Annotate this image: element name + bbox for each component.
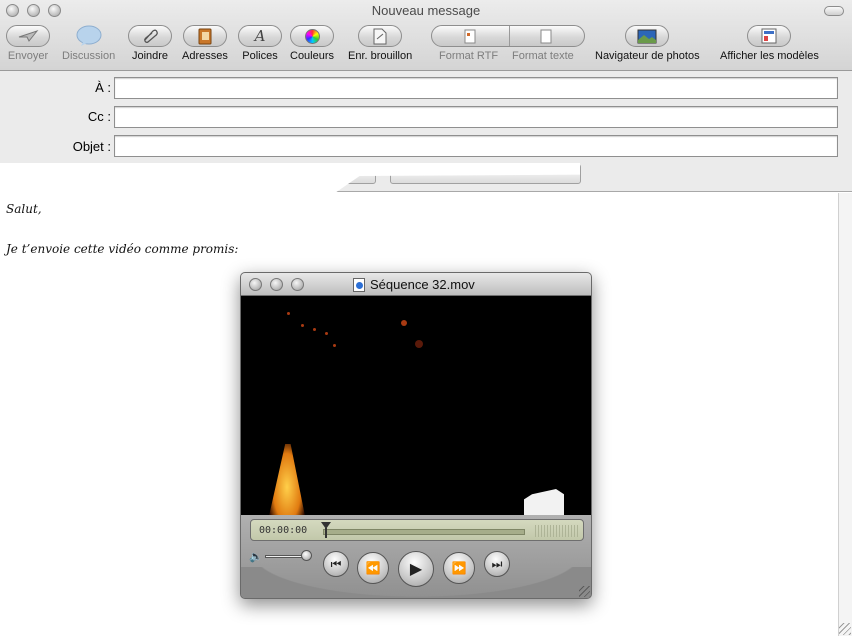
- show-stationery-button[interactable]: Afficher les modèles: [720, 25, 819, 62]
- subject-field[interactable]: [114, 135, 838, 157]
- movie-close-button[interactable]: [249, 278, 262, 291]
- address-button[interactable]: Adresses: [182, 25, 228, 62]
- message-headers: À : Cc : Objet :: [0, 71, 852, 192]
- photo-icon: [637, 29, 657, 43]
- format-segmented-control[interactable]: [431, 25, 585, 47]
- movie-file-icon: [353, 277, 365, 292]
- movie-titlebar[interactable]: Séquence 32.mov: [241, 273, 591, 296]
- greeting-text: Salut,: [6, 202, 42, 216]
- body-scrollbar[interactable]: [838, 193, 852, 636]
- toolbar-toggle-button[interactable]: [824, 6, 844, 16]
- subject-label: Objet :: [72, 139, 111, 154]
- mail-compose-window: Nouveau message Envoyer Discussion Joind…: [0, 0, 852, 636]
- eiffel-tower-lights: [269, 444, 305, 515]
- volume-knob[interactable]: [301, 550, 312, 561]
- colors-button[interactable]: Couleurs: [290, 25, 334, 62]
- movie-minimize-button[interactable]: [270, 278, 283, 291]
- window-title: Nouveau message: [371, 3, 481, 18]
- chat-bubble-icon: [76, 25, 102, 46]
- timeline-display[interactable]: 00:00:00: [250, 519, 584, 541]
- font-a-icon: A: [254, 27, 266, 45]
- to-label: À :: [95, 80, 111, 95]
- plain-text-icon: [540, 29, 552, 44]
- paperclip-icon: [144, 29, 158, 43]
- window-toolbar: Nouveau message Envoyer Discussion Joind…: [0, 0, 852, 71]
- color-wheel-icon: [304, 28, 320, 44]
- cc-field[interactable]: [114, 106, 838, 128]
- chat-button[interactable]: Discussion: [62, 25, 115, 62]
- address-book-icon: [198, 28, 212, 44]
- save-draft-button[interactable]: Enr. brouillon: [348, 25, 412, 62]
- paper-plane-icon: [18, 29, 39, 42]
- volume-control: 🔈: [249, 548, 312, 564]
- fonts-button[interactable]: A Polices: [238, 25, 282, 62]
- photo-browser-button[interactable]: Navigateur de photos: [595, 25, 700, 62]
- stationery-icon: [761, 28, 777, 44]
- account-row: [0, 163, 600, 193]
- movie-controller: 00:00:00 🔈 ⏮ ⏪ ▶ ⏩ ⏭: [241, 515, 591, 598]
- to-field[interactable]: [114, 77, 838, 99]
- attach-button[interactable]: Joindre: [128, 25, 172, 62]
- draft-document-icon: [373, 28, 387, 44]
- movie-zoom-button[interactable]: [291, 278, 304, 291]
- cc-label: Cc :: [87, 109, 111, 124]
- send-button[interactable]: Envoyer: [6, 25, 50, 62]
- timecode: 00:00:00: [259, 525, 308, 536]
- resize-grip-icon[interactable]: [839, 623, 851, 635]
- speaker-icon: 🔈: [249, 551, 263, 563]
- rich-text-button[interactable]: Format RTF: [439, 50, 498, 62]
- video-frame[interactable]: [241, 296, 591, 515]
- quicktime-player: Séquence 32.mov 00:00:00 🔈 ⏮ ⏭: [240, 272, 592, 599]
- bright-light: [524, 489, 564, 515]
- rich-text-icon: [464, 29, 476, 44]
- plain-text-button[interactable]: Format texte: [512, 50, 574, 62]
- body-text: Je t’envoie cette vidéo comme promis:: [6, 242, 239, 256]
- movie-title: Séquence 32.mov: [370, 277, 475, 292]
- timeline-track[interactable]: [323, 529, 525, 535]
- movie-resize-grip-icon[interactable]: [579, 586, 590, 597]
